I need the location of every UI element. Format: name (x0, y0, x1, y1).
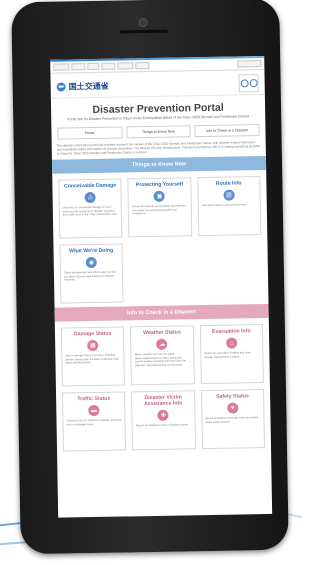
card-damage-status[interactable]: Damage Status ▦ Info on damage status in… (60, 326, 126, 387)
megaphone-icon: ◉ (85, 256, 98, 269)
check-card-grid: Damage Status ▦ Info on damage status in… (55, 324, 271, 452)
evacuation-icon: ⌂ (225, 337, 238, 349)
front-camera (138, 18, 148, 28)
utility-link[interactable] (117, 62, 134, 70)
mlit-logo[interactable]: 国土交通省 (56, 80, 109, 92)
card-description: Search for info on roads and railways, i… (66, 418, 122, 426)
tab-home[interactable]: Home (57, 126, 123, 140)
main-nav: Home Things to Know Now Info to Check in… (57, 124, 260, 140)
card-description: Search for evacuation shelters and other… (203, 351, 251, 359)
safety-icon: ♥ (227, 402, 239, 414)
card-title: Conceivable Damage (63, 182, 117, 190)
section-heading-know: Things to Know Now (51, 155, 267, 174)
warning-icon: ⚠ (84, 191, 96, 204)
know-card-grid-row2: What We're Doing ◉ Check the approach an… (53, 235, 268, 304)
site-header: 国土交通省 (50, 69, 265, 99)
card-safety-status[interactable]: Safety Status ♥ Use an emergency message… (200, 389, 266, 450)
card-title: Damage Status (73, 330, 112, 338)
card-route-info[interactable]: Route Info ▤ View route maps to and arou… (196, 176, 262, 237)
utility-link[interactable] (71, 63, 86, 71)
language-select[interactable] (237, 60, 262, 68)
section-heading-check: Info to Check in a Disaster (54, 303, 269, 322)
card-description: Search for assistance info on disaster v… (135, 423, 189, 428)
assistance-icon: ✚ (157, 409, 170, 421)
card-description: Use an emergency message board and safet… (205, 416, 259, 424)
phone-screen: 国土交通省 Disaster Prevention Portal Portal … (50, 55, 273, 518)
card-title: Protecting Yourself (135, 181, 184, 189)
card-description: Watch weather info from the Japan Meteor… (134, 352, 186, 367)
card-description: Check the approach and efforts taken by … (63, 270, 118, 282)
card-title: Traffic Status (77, 395, 111, 403)
card-conceivable-damage[interactable]: Conceivable Damage ⚠ View info on concei… (58, 178, 123, 239)
card-evacuation-info[interactable]: Evacuation Info ⌂ Search for evacuation … (199, 324, 264, 385)
card-weather-status[interactable]: Weather Status ☁ Watch weather info from… (130, 325, 195, 386)
car-icon: ▬ (88, 404, 100, 417)
mlit-logo-icon (56, 81, 66, 92)
card-title: Disaster Victim Assistance Info (143, 394, 183, 408)
utility-link[interactable] (53, 63, 70, 71)
tab-things-to-know[interactable]: Things to Know Now (126, 125, 191, 139)
card-victim-assistance[interactable]: Disaster Victim Assistance Info ✚ Search… (131, 390, 196, 451)
weather-icon: ☁ (156, 338, 168, 350)
utility-link[interactable] (101, 62, 116, 70)
card-title: Safety Status (215, 393, 249, 400)
mlit-logo-text: 国土交通省 (68, 81, 109, 91)
card-description: View route maps to and around venues. (201, 203, 248, 208)
know-card-grid: Conceivable Damage ⚠ View info on concei… (52, 176, 267, 239)
card-title: Route Info (215, 180, 242, 187)
card-title: What We're Doing (69, 247, 114, 255)
intro-text: This disaster information portal site pr… (56, 140, 260, 156)
card-description: Check the methods and locations and rele… (132, 204, 186, 216)
card-title: Evacuation Info (211, 328, 251, 335)
card-protecting-yourself[interactable]: Protecting Yourself ▣ Check the methods … (127, 177, 192, 238)
train-icon: ▤ (223, 189, 235, 201)
damage-icon: ▦ (87, 339, 99, 352)
card-title: Weather Status (143, 329, 181, 337)
smartphone-frame: 国土交通省 Disaster Prevention Portal Portal … (11, 0, 289, 555)
earpiece-speaker (119, 29, 168, 34)
card-description: View info on conceivable damage for each… (62, 205, 118, 217)
card-description: Info on damage status in an area, includ… (65, 353, 119, 365)
card-traffic-status[interactable]: Traffic Status ▬ Search for info on road… (62, 391, 127, 452)
olympic-emblem (238, 74, 259, 93)
tab-info-to-check[interactable]: Info to Check in a Disaster (194, 124, 260, 138)
utility-link[interactable] (135, 61, 150, 70)
utility-link[interactable] (87, 62, 100, 71)
card-what-were-doing[interactable]: What We're Doing ◉ Check the approach an… (59, 243, 124, 304)
shield-icon: ▣ (154, 190, 166, 202)
